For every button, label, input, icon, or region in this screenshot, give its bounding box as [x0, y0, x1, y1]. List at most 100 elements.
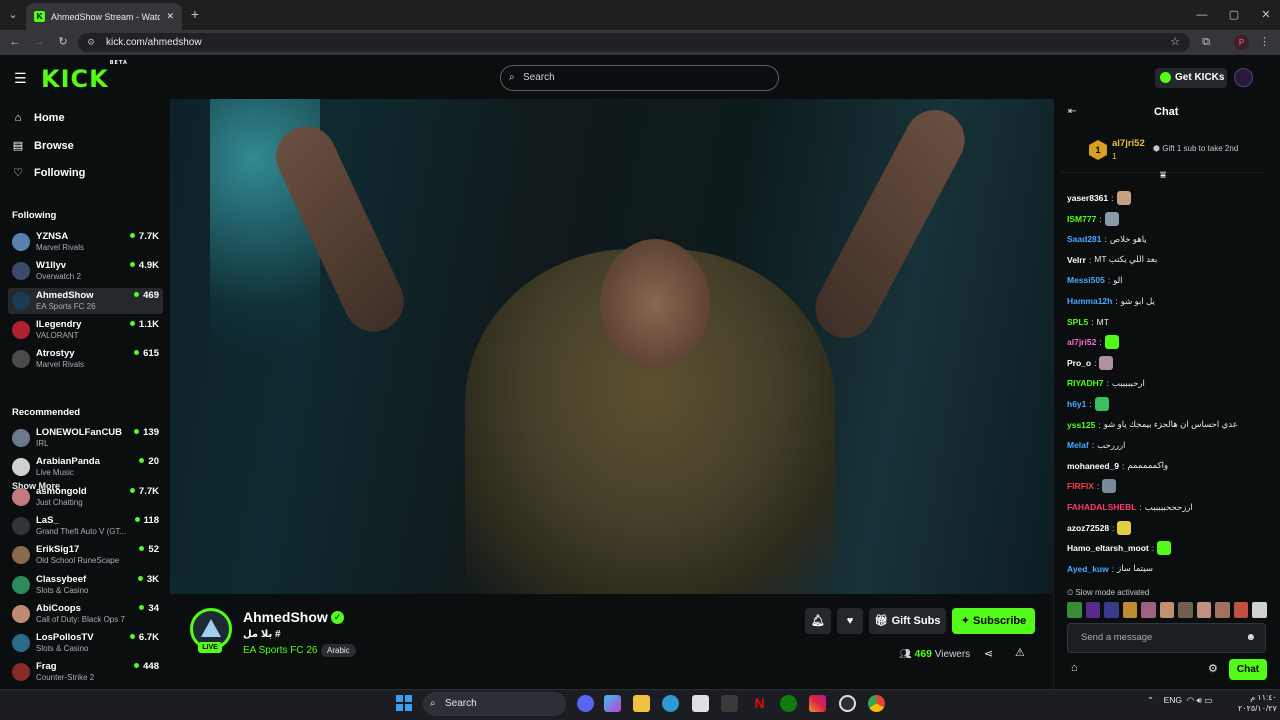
- chat-username[interactable]: azoz72528: [1067, 523, 1109, 533]
- steam-icon[interactable]: [839, 695, 856, 712]
- language-indicator[interactable]: ENG: [1164, 695, 1182, 705]
- channel-item[interactable]: ILegendry VALORANT 1.1K: [8, 317, 163, 343]
- channel-item[interactable]: LONEWOLFanCUB IRL 139: [8, 425, 163, 451]
- edge-browser-icon[interactable]: [662, 695, 679, 712]
- chat-username[interactable]: SPL5: [1067, 317, 1088, 327]
- channel-item[interactable]: W1llyv Overwatch 2 4.9K: [8, 258, 163, 284]
- quick-emote-icon[interactable]: [1252, 602, 1268, 618]
- leader-username[interactable]: al7jri52: [1112, 138, 1145, 149]
- chat-username[interactable]: Pro_o: [1067, 358, 1091, 368]
- quick-emote-icon[interactable]: [1122, 602, 1138, 618]
- netflix-icon[interactable]: N: [751, 695, 768, 712]
- notification-bell-button[interactable]: 🔔︎: [805, 608, 831, 634]
- channel-item[interactable]: asmongold Just Chatting 7.7K: [8, 484, 163, 510]
- channel-item[interactable]: ErikSig17 Old School RuneScape 52: [8, 542, 163, 568]
- back-arrow-icon[interactable]: ←: [8, 35, 22, 49]
- quick-emote-icon[interactable]: [1159, 602, 1175, 618]
- tab-search-icon[interactable]: ⌄: [6, 8, 20, 22]
- subscribe-button[interactable]: ✦ Subscribe: [952, 608, 1035, 634]
- quick-emote-icon[interactable]: [1233, 602, 1249, 618]
- store-icon[interactable]: ⌂: [1071, 662, 1078, 674]
- minimize-button[interactable]: —: [1192, 8, 1212, 22]
- tab-close-icon[interactable]: ✕: [166, 11, 174, 22]
- chat-username[interactable]: FAHADALSHEBL: [1067, 502, 1136, 512]
- taskbar-clock[interactable]: ١١:٤٠ م ٢٠٢٥/١٠/٢٧: [1238, 692, 1277, 714]
- send-chat-button[interactable]: Chat: [1229, 659, 1267, 680]
- new-tab-button[interactable]: +: [188, 7, 202, 21]
- hamburger-menu-icon[interactable]: ☰: [14, 70, 27, 87]
- channel-item[interactable]: Classybeef Slots & Casino 3K: [8, 572, 163, 598]
- channel-item[interactable]: LosPollosTV Slots & Casino 6.7K: [8, 630, 163, 656]
- emoji-icon[interactable]: ☻: [1245, 624, 1256, 652]
- user-avatar[interactable]: [1234, 68, 1253, 87]
- channel-item[interactable]: Frag Counter-Strike 2 448: [8, 659, 163, 685]
- follow-heart-button[interactable]: ♥: [837, 608, 863, 634]
- taskbar-search-input[interactable]: ⌕ Search: [423, 692, 566, 716]
- quick-emote-icon[interactable]: [1104, 602, 1119, 618]
- close-window-button[interactable]: ✕: [1256, 8, 1276, 22]
- streamer-name[interactable]: AhmedShow: [243, 609, 328, 625]
- microsoft-store-icon[interactable]: [692, 695, 709, 712]
- channel-item[interactable]: AhmedShow EA Sports FC 26 469: [8, 287, 163, 314]
- chat-username[interactable]: Hamma12h: [1067, 296, 1112, 306]
- channel-item[interactable]: YZNSA Marvel Rivals 7.7K: [8, 229, 163, 255]
- site-info-icon[interactable]: ⚙: [87, 33, 95, 52]
- forward-arrow-icon[interactable]: →: [32, 35, 46, 49]
- sidebar-nav-following[interactable]: ♡ Following: [12, 166, 85, 180]
- chat-username[interactable]: h6y1: [1067, 399, 1086, 409]
- channel-item[interactable]: Atrostyy Marvel Rivals 615: [8, 346, 163, 372]
- share-icon[interactable]: ⋖: [984, 647, 993, 660]
- search-input[interactable]: ⌕ Search: [500, 65, 779, 91]
- quick-emote-icon[interactable]: [1085, 602, 1101, 618]
- chat-username[interactable]: FIRFIX: [1067, 481, 1094, 491]
- xbox-icon[interactable]: [780, 695, 797, 712]
- quick-emote-icon[interactable]: [1067, 602, 1082, 618]
- quick-emote-icon[interactable]: [1215, 602, 1230, 618]
- chat-username[interactable]: RIYADH7: [1067, 378, 1104, 388]
- chat-username[interactable]: Messi505: [1067, 275, 1105, 285]
- chat-username[interactable]: Saad281: [1067, 234, 1102, 244]
- chrome-icon[interactable]: [868, 695, 885, 712]
- windows-start-icon[interactable]: [396, 695, 412, 711]
- kick-logo[interactable]: KICKBETA: [41, 60, 127, 93]
- get-kicks-button[interactable]: Get KICKs: [1155, 68, 1227, 88]
- chat-username[interactable]: yss125: [1067, 420, 1095, 430]
- copilot-icon[interactable]: [604, 695, 621, 712]
- language-tag[interactable]: Arabic: [321, 644, 356, 657]
- bookmark-star-icon[interactable]: ☆: [1170, 33, 1180, 52]
- video-player[interactable]: [170, 99, 1053, 594]
- sidebar-nav-browse[interactable]: ▤ Browse: [12, 139, 74, 153]
- epic-games-icon[interactable]: [721, 695, 738, 712]
- profile-avatar[interactable]: P: [1234, 35, 1249, 50]
- report-warning-icon[interactable]: ⚠: [1015, 646, 1025, 659]
- quick-emote-icon[interactable]: [1141, 602, 1156, 618]
- reload-icon[interactable]: ↻: [56, 35, 70, 49]
- stream-category-link[interactable]: EA Sports FC 26: [243, 645, 317, 656]
- browser-tab[interactable]: K AhmedShow Stream - Watch Li... ✕: [26, 3, 182, 30]
- chat-username[interactable]: ISM777: [1067, 214, 1096, 224]
- extensions-icon[interactable]: ⧉: [1199, 35, 1213, 49]
- sidebar-nav-home[interactable]: ⌂ Home: [12, 112, 65, 124]
- chat-settings-gear-icon[interactable]: ⚙: [1208, 662, 1218, 675]
- chat-username[interactable]: Ayed_kuw: [1067, 564, 1109, 574]
- channel-item[interactable]: AbiCoops Call of Duty: Black Ops 7 34: [8, 601, 163, 627]
- url-field[interactable]: ⚙ kick.com/ahmedshow ☆: [78, 33, 1190, 52]
- volume-icon[interactable]: 🔊︎: [1197, 695, 1202, 705]
- wifi-icon[interactable]: ◠: [1187, 695, 1194, 705]
- quick-emote-icon[interactable]: [1178, 602, 1193, 618]
- chat-username[interactable]: Velrr: [1067, 255, 1086, 265]
- browser-menu-icon[interactable]: ⋮: [1259, 35, 1270, 49]
- chat-message-input[interactable]: Send a message ☻: [1067, 623, 1266, 653]
- channel-item[interactable]: ArabianPanda Live Music 20: [8, 454, 163, 480]
- chat-username[interactable]: Melaf: [1067, 440, 1089, 450]
- gift-subs-button[interactable]: 🎁︎ Gift Subs: [869, 608, 946, 634]
- pinned-toggle-icon[interactable]: ⩸: [1160, 170, 1166, 181]
- chat-username[interactable]: yaser8361: [1067, 193, 1108, 203]
- chat-username[interactable]: Hamo_eltarsh_moot: [1067, 543, 1149, 553]
- tray-chevron-icon[interactable]: ⌃: [1147, 695, 1154, 705]
- chat-username[interactable]: mohaneed_9: [1067, 461, 1119, 471]
- collapse-chat-icon[interactable]: ⇤: [1068, 106, 1076, 117]
- maximize-button[interactable]: ▢: [1224, 8, 1244, 22]
- chat-username[interactable]: al7jri52: [1067, 337, 1096, 347]
- file-explorer-icon[interactable]: [633, 695, 650, 712]
